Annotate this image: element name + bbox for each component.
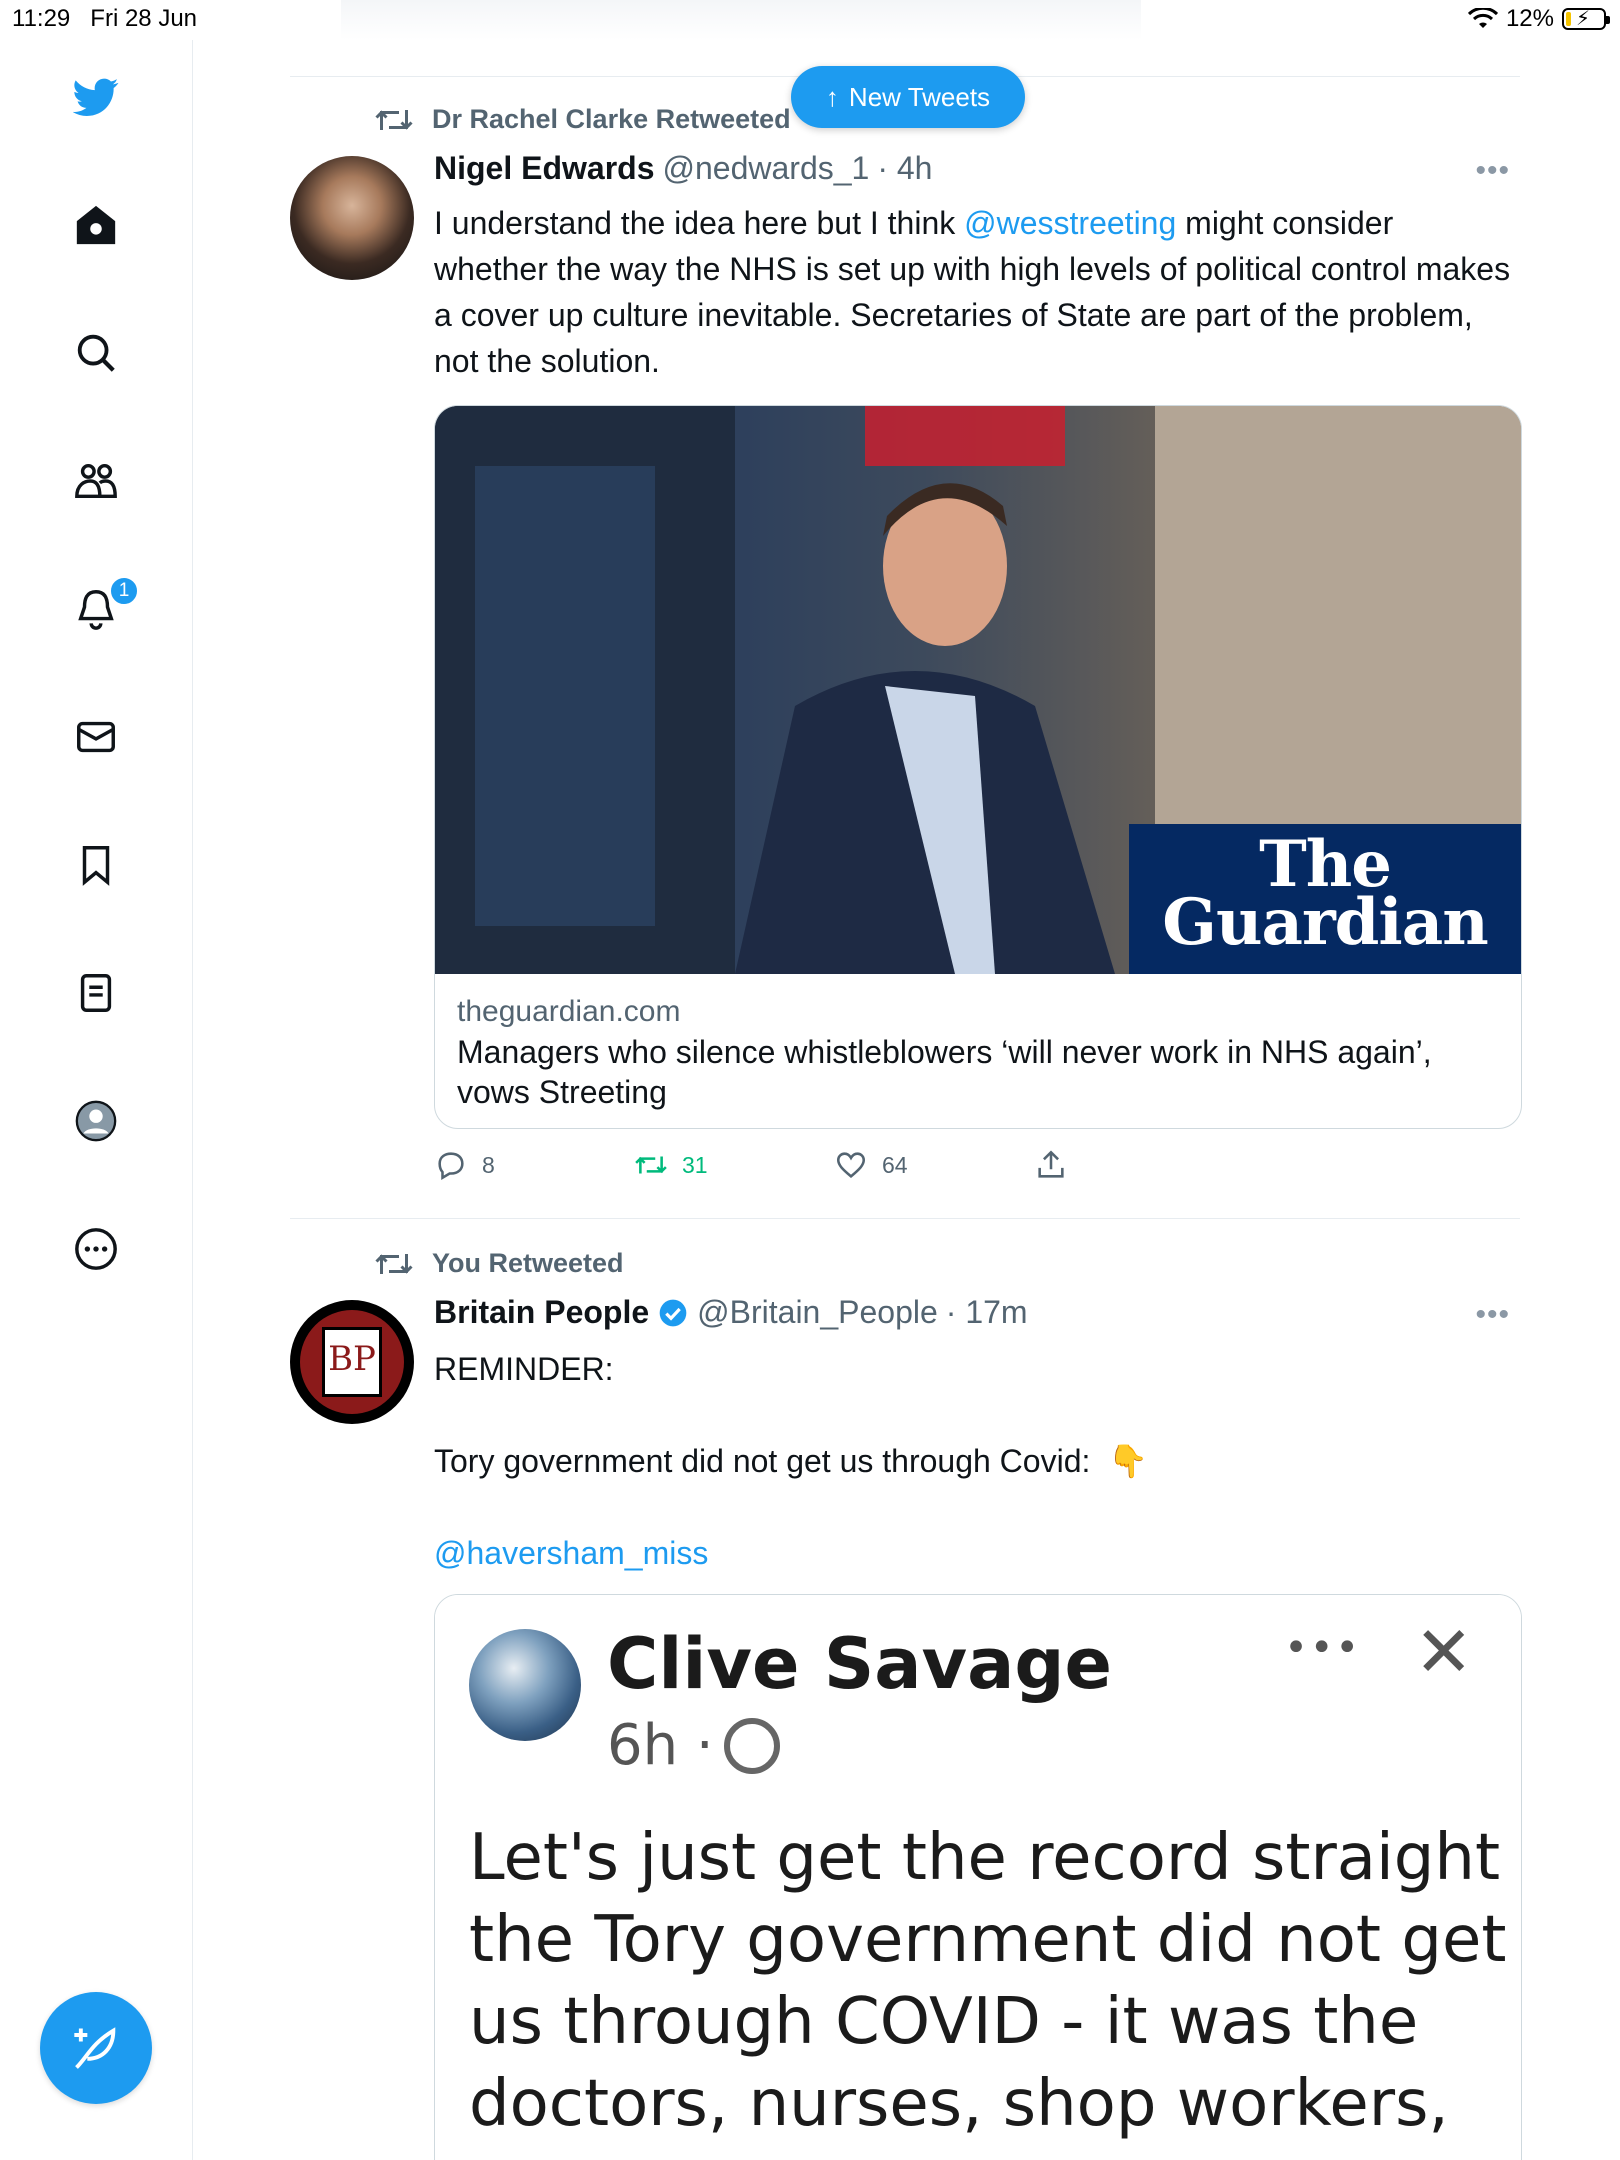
retweet-count: 31 [682, 1151, 708, 1178]
nav-bookmarks[interactable] [61, 830, 131, 900]
embed-more-icon: ••• [1284, 1625, 1361, 1671]
retweet-context-text: You Retweeted [432, 1248, 624, 1278]
nav-home[interactable] [61, 190, 131, 260]
tweet-time[interactable]: · 17m [946, 1294, 1028, 1331]
search-icon [77, 334, 115, 372]
tweet-header: Britain People @Britain_People · 17m [434, 1294, 1028, 1331]
nav-lists[interactable] [61, 958, 131, 1028]
tweet-text: I understand the idea here but I think @… [434, 205, 1511, 379]
avatar[interactable]: BP [290, 1300, 414, 1424]
author-handle[interactable]: @nedwards_1 [663, 150, 870, 187]
new-tweets-button[interactable]: ↑ New Tweets [791, 66, 1025, 128]
mention-link[interactable]: @wesstreeting [964, 205, 1176, 241]
nav-communities[interactable] [61, 446, 131, 516]
card-body: theguardian.com Managers who silence whi… [435, 974, 1521, 1128]
avatar-icon [75, 1100, 117, 1142]
retweet-context-text: Dr Rachel Clarke Retweeted [432, 104, 791, 134]
timeline-feed[interactable]: ↑ New Tweets Dr Rachel Clarke Retweeted … [193, 0, 1620, 2160]
share-button[interactable] [1034, 1148, 1234, 1182]
more-options-icon[interactable]: ••• [1475, 1298, 1510, 1332]
tweet-text-line: Tory government did not get us through C… [434, 1443, 1148, 1479]
tweet-time[interactable]: · 4h [877, 150, 932, 187]
retweet-button[interactable]: 31 [634, 1148, 834, 1182]
card-domain: theguardian.com [457, 995, 681, 1028]
tweet-header: Nigel Edwards @nedwards_1 · 4h [434, 150, 932, 187]
screenshot-image: Clive Savage 6h · ••• ✕ Let's just get t… [435, 1595, 1521, 2160]
tweet-text-line: REMINDER: [434, 1351, 614, 1387]
compose-button[interactable] [40, 1992, 152, 2104]
arrow-up-icon: ↑ [825, 81, 839, 112]
avatar-logo-text: BP [322, 1327, 382, 1397]
heart-icon [836, 1152, 866, 1178]
like-button[interactable]: 64 [834, 1148, 1034, 1182]
pointing-down-emoji: 👇 [1108, 1443, 1148, 1479]
people-icon [75, 463, 117, 499]
retweet-context: You Retweeted [374, 1248, 624, 1279]
like-count: 64 [882, 1151, 908, 1178]
reply-count: 8 [482, 1151, 495, 1178]
twitter-bird-icon [73, 78, 119, 116]
list-icon [80, 974, 112, 1012]
nav-more[interactable] [61, 1214, 131, 1284]
card-title: Managers who silence whistleblowers ‘wil… [457, 1034, 1432, 1110]
more-options-icon[interactable]: ••• [1475, 154, 1510, 188]
share-icon [1038, 1150, 1064, 1178]
home-icon [76, 205, 116, 245]
article-image: The Guardian [435, 406, 1521, 974]
embed-author-name: Clive Savage [607, 1623, 1112, 1705]
author-name[interactable]: Nigel Edwards [434, 150, 655, 187]
reply-icon [438, 1152, 464, 1181]
nav-messages[interactable] [61, 702, 131, 772]
author-name[interactable]: Britain People [434, 1294, 649, 1331]
globe-avatar [469, 1629, 581, 1741]
new-tweets-label: New Tweets [848, 81, 991, 112]
twitter-logo[interactable] [61, 62, 131, 132]
compose-feather-icon [74, 2027, 116, 2069]
reply-button[interactable]: 8 [434, 1148, 634, 1182]
embed-meta: 6h · [607, 1713, 780, 1778]
status-time: 11:29 Fri 28 Jun [12, 5, 198, 32]
embedded-image[interactable]: Clive Savage 6h · ••• ✕ Let's just get t… [434, 1594, 1522, 2160]
retweet-context: Dr Rachel Clarke Retweeted [374, 104, 791, 135]
author-handle[interactable]: @Britain_People [697, 1294, 938, 1331]
verified-badge-icon [659, 1299, 687, 1326]
guardian-logo: The Guardian [1129, 824, 1521, 974]
embed-text: Let's just get the record straight the T… [469, 1821, 1507, 2141]
nav-notifications[interactable]: 1 [61, 574, 139, 644]
sidebar: 1 [0, 40, 193, 2160]
mail-icon [77, 721, 115, 753]
globe-icon [723, 1717, 780, 1774]
retweet-icon [375, 109, 413, 130]
avatar[interactable] [290, 156, 414, 280]
retweet-icon [635, 1156, 667, 1174]
notification-badge: 1 [109, 576, 139, 606]
nav-profile[interactable] [61, 1086, 131, 1156]
more-circle-icon [75, 1228, 117, 1270]
retweet-icon [375, 1253, 413, 1274]
header-blur [341, 0, 1141, 40]
tweet-actions: 8 31 64 [434, 1148, 1234, 1182]
embed-close-icon: ✕ [1414, 1611, 1473, 1693]
link-card[interactable]: The Guardian theguardian.com Managers wh… [434, 405, 1522, 1129]
divider [290, 1218, 1520, 1219]
mention-link[interactable]: @haversham_miss [434, 1530, 1514, 1576]
nav-explore[interactable] [61, 318, 131, 388]
bookmark-icon [82, 846, 110, 886]
